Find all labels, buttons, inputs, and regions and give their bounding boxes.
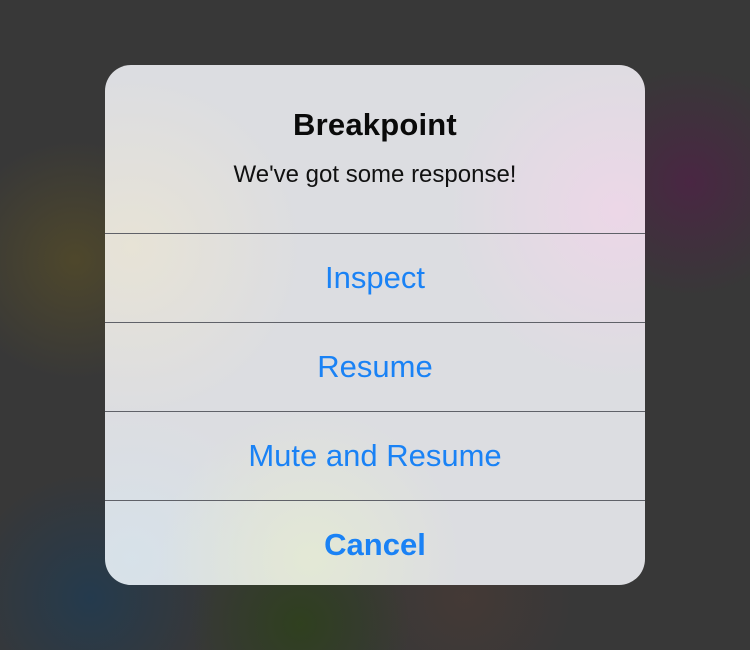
- resume-button[interactable]: Resume: [105, 322, 645, 411]
- inspect-button[interactable]: Inspect: [105, 233, 645, 322]
- mute-and-resume-button[interactable]: Mute and Resume: [105, 411, 645, 500]
- alert-header: Breakpoint We've got some response!: [105, 65, 645, 233]
- cancel-button[interactable]: Cancel: [105, 500, 645, 585]
- alert-title: Breakpoint: [293, 107, 457, 142]
- alert-dialog: Breakpoint We've got some response! Insp…: [105, 65, 645, 585]
- alert-message: We've got some response!: [233, 161, 517, 188]
